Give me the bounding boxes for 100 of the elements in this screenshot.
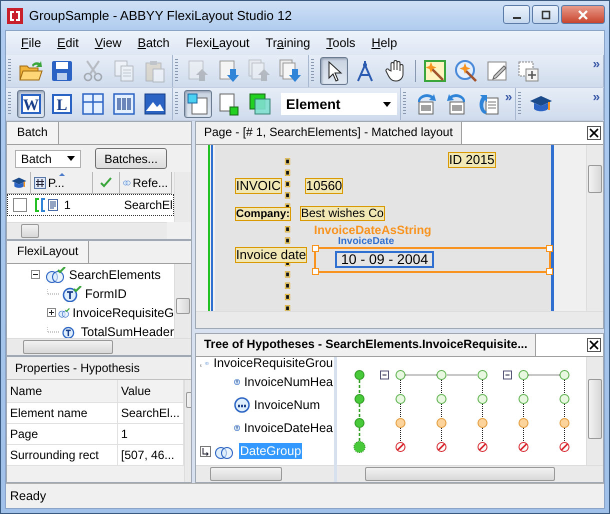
hypothesis-node[interactable]	[478, 394, 488, 404]
hypothesis-node[interactable]	[478, 418, 488, 428]
hypothesis-node[interactable]	[518, 370, 528, 380]
block-corner-icon	[217, 92, 241, 116]
flexilayout-tab[interactable]: FlexiLayout	[7, 241, 90, 263]
hypothesis-node[interactable]	[396, 394, 406, 404]
rejected-node-icon[interactable]	[396, 442, 406, 452]
hypothesis-node[interactable]	[560, 418, 570, 428]
toolbar-overflow-button[interactable]: »	[592, 89, 600, 104]
magnifier-wand-icon	[454, 59, 478, 83]
maximize-button[interactable]	[532, 5, 559, 24]
hypothesis-node[interactable]	[354, 370, 364, 380]
region-box[interactable]	[314, 247, 551, 273]
menu-item[interactable]: Training	[258, 36, 320, 50]
grid-icon	[81, 92, 105, 116]
horizontal-scrollbar[interactable]	[7, 338, 191, 355]
tree-item[interactable]: InvoiceRequisiteGrou	[212, 356, 334, 371]
tree-item[interactable]: InvoiceNum	[253, 397, 321, 414]
tree-item[interactable]: InvoiceRequisiteG	[72, 306, 174, 320]
connector-line	[482, 427, 483, 442]
collapse-button[interactable]	[503, 370, 512, 380]
rejected-node-icon[interactable]	[560, 442, 570, 452]
check-icon	[100, 176, 112, 188]
menu-item[interactable]: Edit	[50, 36, 88, 50]
rejected-node-icon[interactable]	[436, 442, 446, 452]
tree-item[interactable]: SearchElements	[69, 268, 161, 282]
menu-item[interactable]: Tools	[319, 36, 364, 50]
hypothesis-node[interactable]	[436, 370, 446, 380]
connector-line	[400, 427, 401, 442]
collapse-button[interactable]	[380, 370, 389, 380]
hypothesis-node[interactable]	[396, 418, 406, 428]
checkbox[interactable]	[13, 198, 27, 212]
horizontal-scrollbar[interactable]	[337, 465, 603, 482]
image-icon	[143, 92, 167, 116]
close-button[interactable]	[587, 338, 601, 352]
column-header[interactable]: P...	[31, 172, 93, 194]
squares-icon	[248, 92, 272, 116]
horizontal-scrollbar[interactable]	[7, 222, 167, 239]
minimize-icon	[512, 16, 520, 18]
column-header[interactable]: Refe...	[120, 172, 172, 194]
batches-button[interactable]: Batches...	[95, 148, 167, 169]
hypothesis-node[interactable]	[436, 394, 446, 404]
hypothesis-node[interactable]	[354, 394, 364, 404]
pointer-button[interactable]	[320, 57, 348, 85]
element-dropdown[interactable]: Element	[281, 93, 397, 115]
expander[interactable]	[31, 270, 43, 279]
tree-item[interactable]: InvoiceNumHea	[243, 374, 334, 390]
hypothesis-node[interactable]	[518, 394, 528, 404]
toolbar-overflow-button[interactable]: »	[592, 56, 600, 71]
tree-item[interactable]: TotalSumHeader	[80, 324, 174, 338]
rejected-node-icon[interactable]	[478, 442, 488, 452]
level-down-icon[interactable]	[200, 446, 211, 457]
property-name: Element name	[7, 403, 118, 423]
region-box[interactable]: 10 - 09 - 2004	[335, 251, 434, 268]
vertical-scrollbar[interactable]	[174, 264, 191, 338]
letter-button[interactable]: W	[17, 90, 45, 118]
vertical-scrollbar[interactable]	[586, 145, 603, 311]
column-header[interactable]	[7, 172, 31, 194]
connector-line	[358, 428, 360, 442]
connector-line	[441, 403, 442, 418]
vertical-scrollbar[interactable]	[174, 172, 191, 222]
hash-icon	[34, 176, 46, 188]
rejected-node-icon[interactable]	[518, 442, 528, 452]
horizontal-scrollbar[interactable]	[196, 311, 603, 328]
expander[interactable]	[47, 308, 56, 317]
pages-up-arrow-icon	[248, 59, 272, 83]
hypothesis-node[interactable]	[478, 370, 488, 380]
menu-item[interactable]: File	[14, 36, 50, 50]
connector-line	[441, 427, 442, 442]
connector-line	[358, 380, 360, 394]
tree-item[interactable]: InvoiceDateHea	[243, 420, 334, 436]
hypothesis-node[interactable]	[518, 418, 528, 428]
vertical-scrollbar[interactable]	[586, 356, 603, 465]
tree-item[interactable]: FormID	[85, 286, 127, 300]
property-name: Surrounding rect	[7, 445, 118, 465]
connector-line	[523, 427, 524, 442]
close-button[interactable]	[587, 126, 601, 140]
hypothesis-node[interactable]	[560, 394, 570, 404]
menu-item[interactable]: Help	[364, 36, 406, 50]
column-header[interactable]: Name	[7, 380, 118, 402]
toolbar-overflow-button[interactable]: »	[505, 89, 512, 104]
batch-dropdown[interactable]: Batch	[15, 150, 81, 168]
hypothesis-node[interactable]	[396, 370, 406, 380]
minimize-button[interactable]	[503, 5, 530, 24]
hypothesis-node[interactable]	[354, 418, 364, 428]
hypothesis-node[interactable]	[436, 418, 446, 428]
hypothesis-node[interactable]	[354, 440, 366, 453]
panel-tab[interactable]: Tree of Hypotheses - SearchElements.InvoiceRequisite...	[196, 334, 536, 356]
hypothesis-node[interactable]	[560, 370, 570, 380]
status-text: Ready	[10, 489, 46, 503]
page-tab[interactable]: Page - [# 1, SearchElements] - Matched layout	[196, 122, 462, 144]
horizontal-scrollbar[interactable]	[196, 465, 334, 482]
wand-button[interactable]	[421, 57, 449, 85]
menu-item[interactable]: View	[88, 36, 131, 50]
batch-tab[interactable]: Batch	[7, 122, 59, 144]
select-block-button[interactable]	[184, 90, 212, 118]
menu-item[interactable]: FlexiLayout	[178, 36, 259, 50]
maximize-icon	[540, 10, 552, 20]
string-element-icon	[234, 397, 250, 414]
menu-item[interactable]: Batch	[130, 36, 179, 50]
